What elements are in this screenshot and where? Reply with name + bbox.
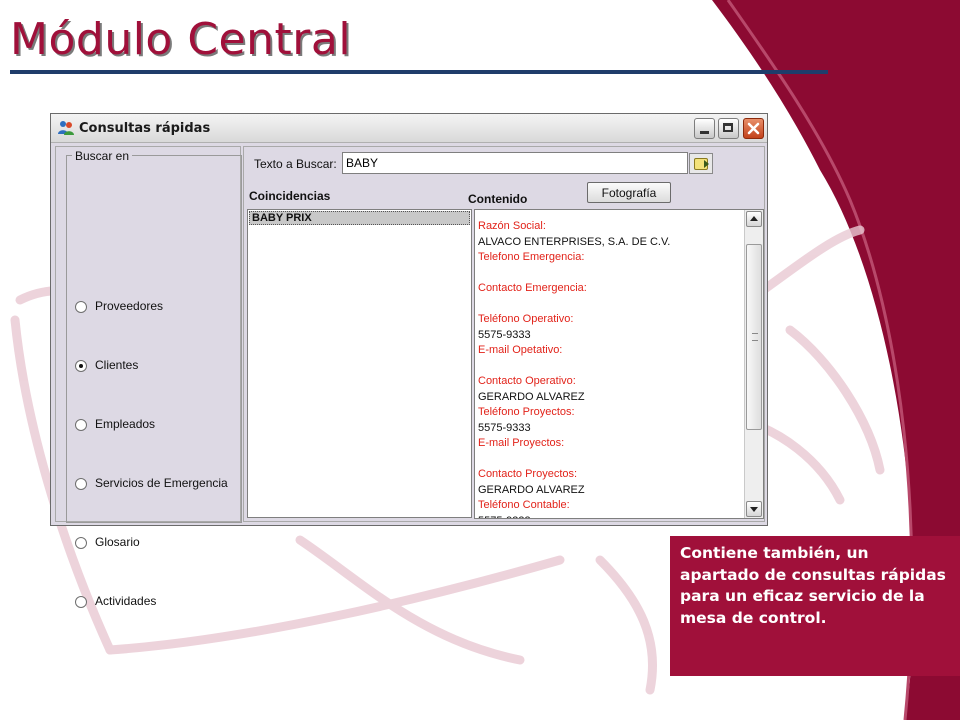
content-line [478,266,740,282]
content-line: Teléfono Operativo: [478,313,574,325]
callout-text: Contiene también, un apartado de consult… [680,544,946,627]
radio-circle[interactable] [75,596,87,608]
search-button[interactable] [689,153,713,174]
scroll-up-button[interactable] [746,211,762,227]
radio-circle[interactable] [75,537,87,549]
slide-title: Módulo Central [10,14,352,65]
content-line: 5575-9333 [478,328,531,341]
close-button[interactable] [743,118,764,139]
radio-glosario[interactable]: Glosario [71,533,246,553]
content-line [478,297,740,313]
content-line: GERARDO ALVAREZ [478,390,585,403]
content-line: Razón Social: [478,220,546,232]
radio-label: Glosario [95,535,140,549]
radio-label: Empleados [95,417,156,431]
content-line: E-mail Proyectos: [478,437,565,449]
search-scope-panel: Buscar en Proveedores Clientes Empleados… [55,146,242,608]
window-title: Consultas rápidas [79,121,211,136]
radio-circle[interactable] [75,419,87,431]
radio-proveedores[interactable]: Proveedores [71,297,246,317]
content-line: E-mail Opetativo: [478,344,563,356]
radio-label: Actividades [95,594,157,608]
content-line: Contacto Proyectos: [478,468,578,480]
content-text: Razón Social: ALVACO ENTERPRISES, S.A. DE… [478,219,740,519]
content-line: GERARDO ALVAREZ [478,483,585,496]
content-line: ALVACO ENTERPRISES, S.A. DE C.V. [478,235,671,248]
radio-label: Clientes [95,358,139,372]
content-line: Telefono Emergencia: [478,251,585,263]
callout-box: Contiene también, un apartado de consult… [670,536,960,676]
radio-circle-selected[interactable] [75,360,87,372]
coincidencias-header: Coincidencias [249,189,331,203]
content-line [478,452,740,468]
matches-list[interactable]: BABY PRIX [247,209,472,518]
content-line: Teléfono Contable: [478,499,570,511]
radio-clientes[interactable]: Clientes [71,356,246,376]
minimize-button[interactable] [694,118,715,139]
radio-actividades[interactable]: Actividades [71,592,246,612]
radio-label: Proveedores [95,299,164,313]
results-panel: Texto a Buscar: Coincidencias Contenido … [243,146,765,522]
radio-circle[interactable] [75,301,87,313]
buscar-en-legend: Buscar en [72,149,133,163]
radio-empleados[interactable]: Empleados [71,415,246,435]
search-input[interactable] [342,152,688,174]
window-titlebar[interactable]: Consultas rápidas [51,114,767,143]
search-label: Texto a Buscar: [254,157,337,171]
radio-label: Servicios de Emergencia [95,476,228,490]
scroll-down-button[interactable] [746,501,762,517]
radio-circle[interactable] [75,478,87,490]
title-underline [10,70,828,74]
vertical-scrollbar[interactable] [744,210,763,518]
list-item[interactable]: BABY PRIX [249,211,470,225]
content-line: Teléfono Proyectos: [478,406,575,418]
pointer-arrow-icon [704,160,709,168]
content-textarea[interactable]: Razón Social: ALVACO ENTERPRISES, S.A. DE… [474,209,764,519]
radio-servicios-emergencia[interactable]: Servicios de Emergencia [71,474,246,494]
app-people-icon [58,121,74,135]
content-line: 5575-9333 [478,514,740,519]
content-line: Contacto Operativo: [478,375,576,387]
fotografia-button[interactable]: Fotografía [587,182,671,203]
consultas-rapidas-window: Consultas rápidas Buscar en Proveedores … [50,113,768,608]
content-line: Contacto Emergencia: [478,282,587,294]
content-line: 5575-9333 [478,421,531,434]
maximize-button[interactable] [718,118,739,139]
scroll-thumb[interactable] [746,244,762,430]
close-icon [747,122,760,135]
contenido-header: Contenido [468,192,528,206]
content-line [478,359,740,375]
buscar-en-groupbox [66,155,242,523]
